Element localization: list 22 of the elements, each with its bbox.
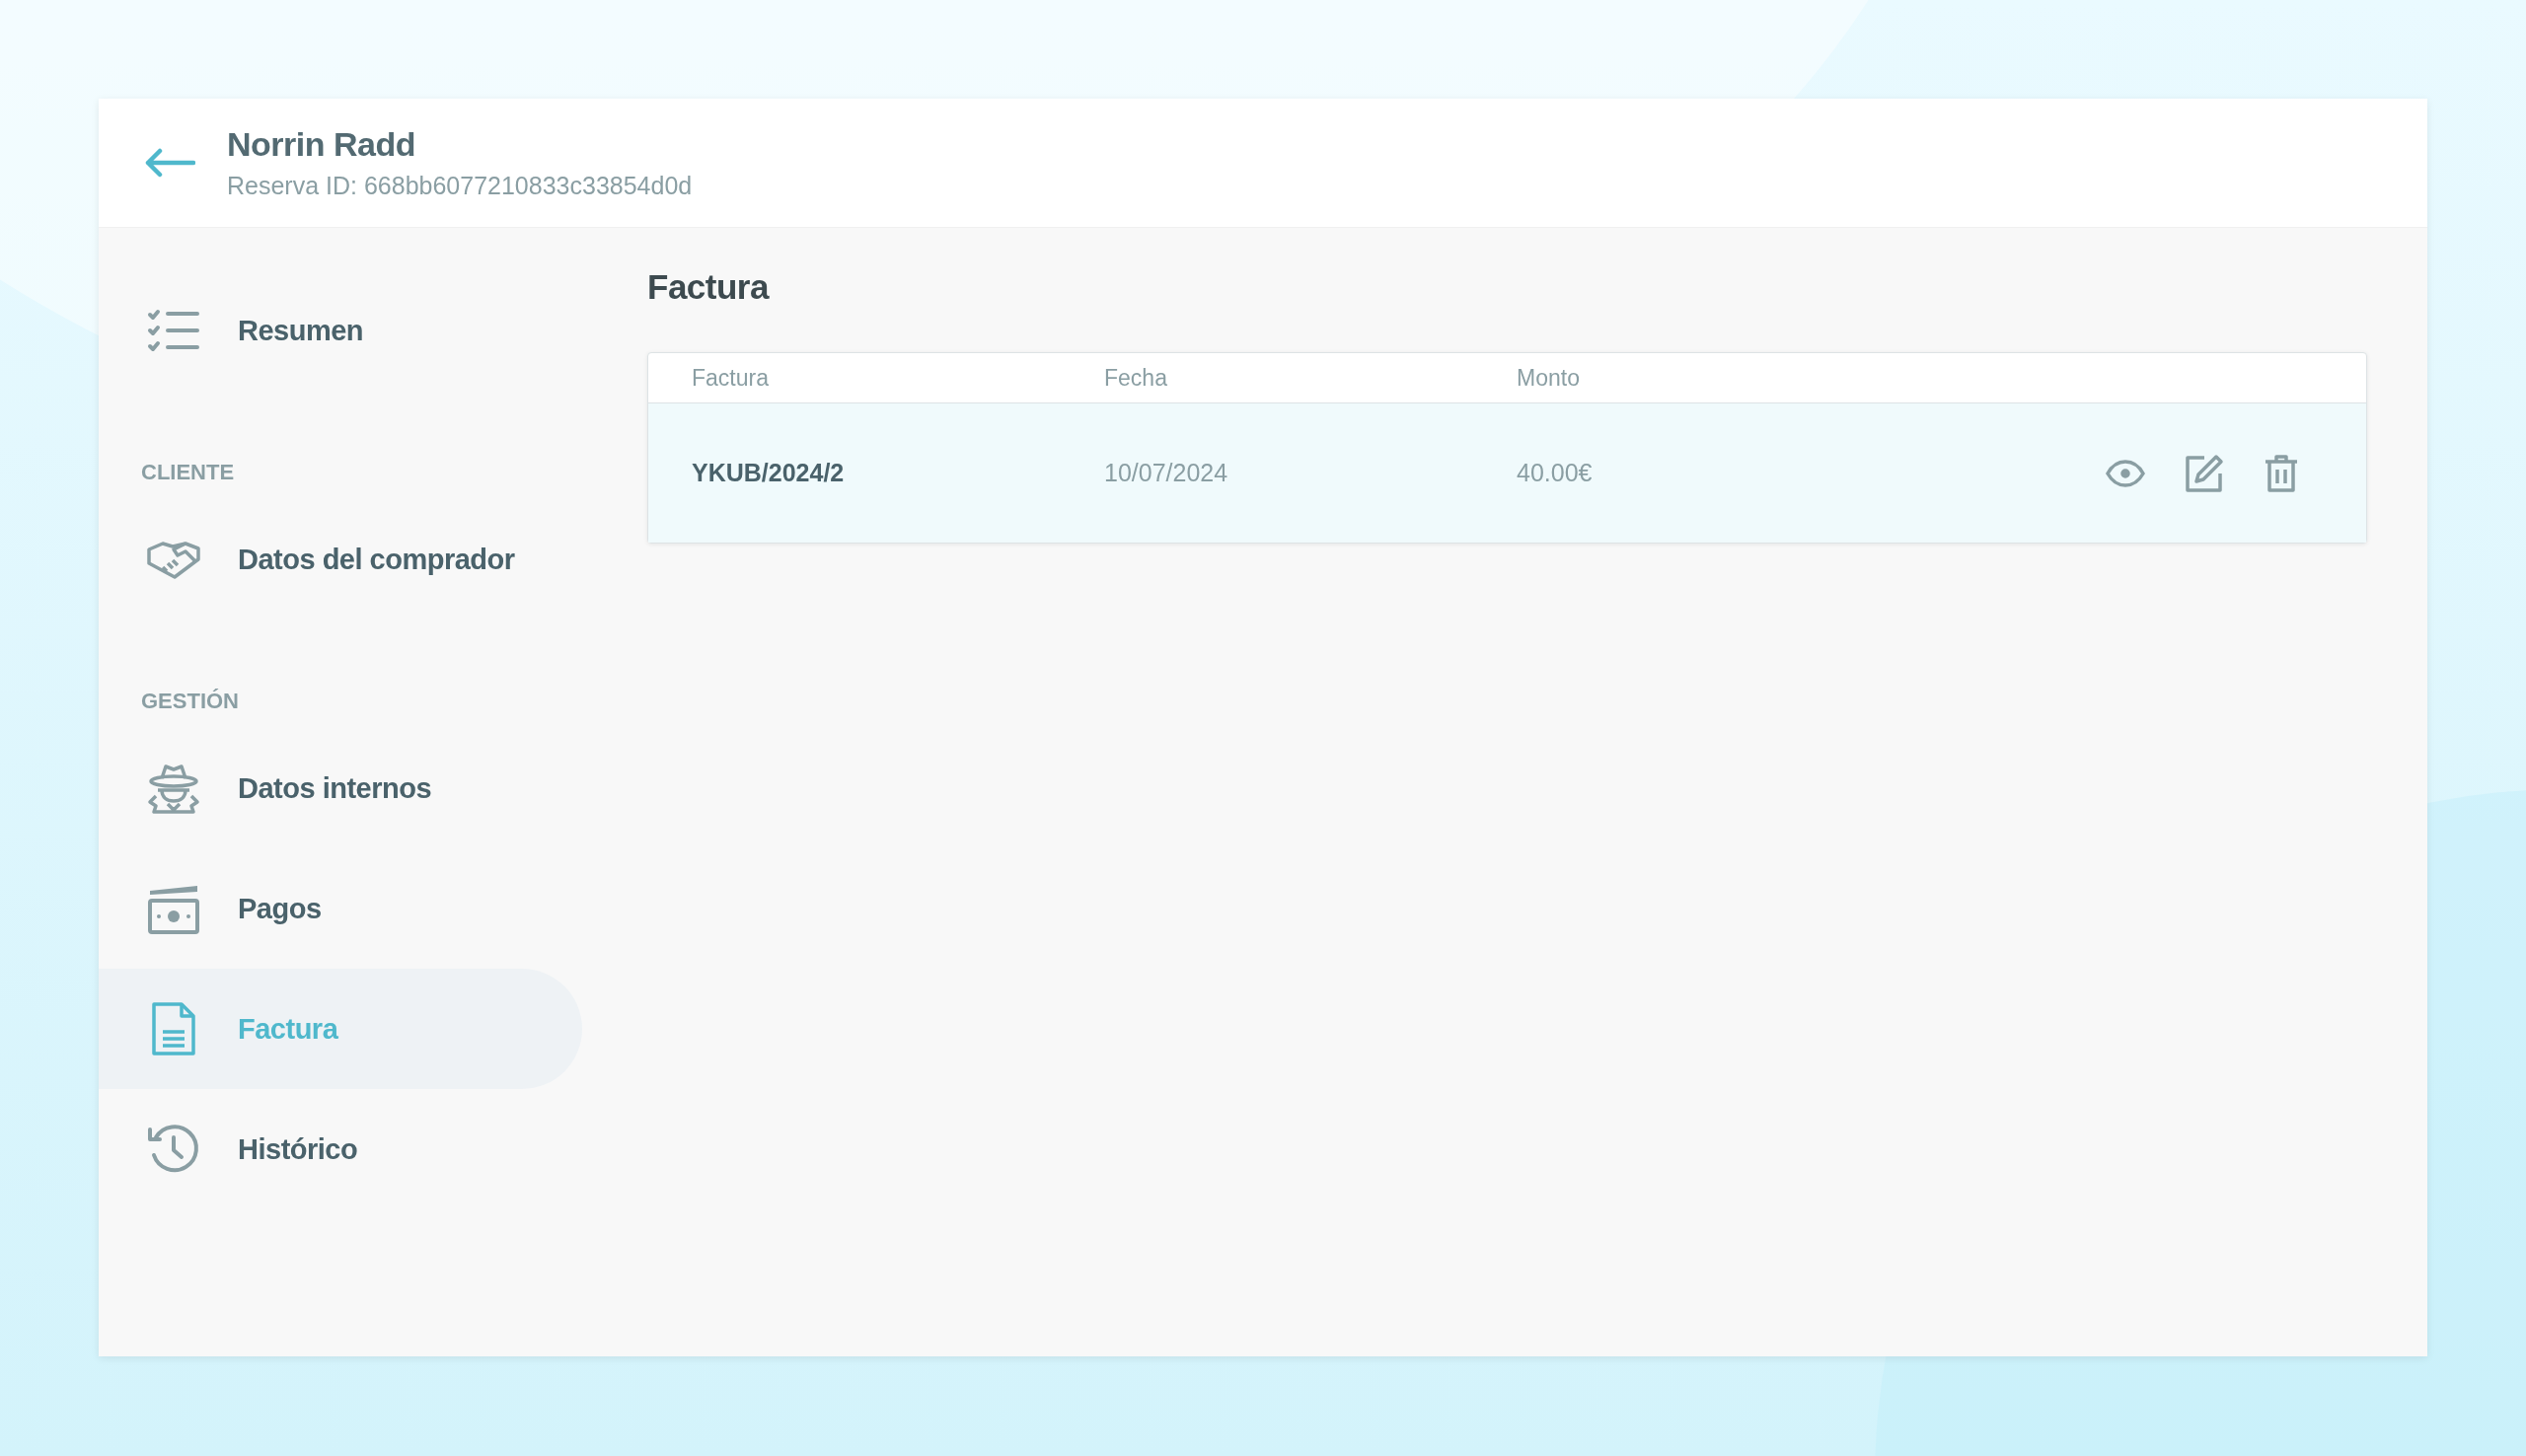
edit-button[interactable] xyxy=(2185,453,2224,493)
edit-icon xyxy=(2185,453,2224,493)
sidebar-item[interactable]: Resumen xyxy=(99,270,582,391)
delete-button[interactable] xyxy=(2264,453,2299,493)
guest-name: Norrin Radd xyxy=(227,125,416,164)
column-header: Monto xyxy=(1517,364,1581,392)
section-title: Factura xyxy=(647,267,771,308)
section-heading: GESTIÓN xyxy=(140,688,240,715)
section-heading: CLIENTE xyxy=(140,459,236,486)
sidebar-item[interactable]: Pagos xyxy=(99,848,582,969)
booking-id: Reserva ID: 668bb6077210833c33854d0d xyxy=(227,172,693,200)
column-header: Factura xyxy=(692,364,770,392)
table-cell-text: YKUB/2024/2 xyxy=(692,459,846,487)
table-cell-text: 40.00€ xyxy=(1517,459,1594,487)
sidebar-item[interactable]: Histórico xyxy=(99,1089,582,1209)
eye-icon xyxy=(2106,459,2145,487)
column-header: Fecha xyxy=(1104,364,1168,392)
view-button[interactable] xyxy=(2106,459,2145,487)
sidebar-item[interactable]: Datos internos xyxy=(99,728,582,848)
table-cell-text: 10/07/2024 xyxy=(1104,459,1229,487)
trash-icon xyxy=(2264,453,2299,493)
sidebar-item[interactable]: Datos del comprador xyxy=(99,499,582,619)
